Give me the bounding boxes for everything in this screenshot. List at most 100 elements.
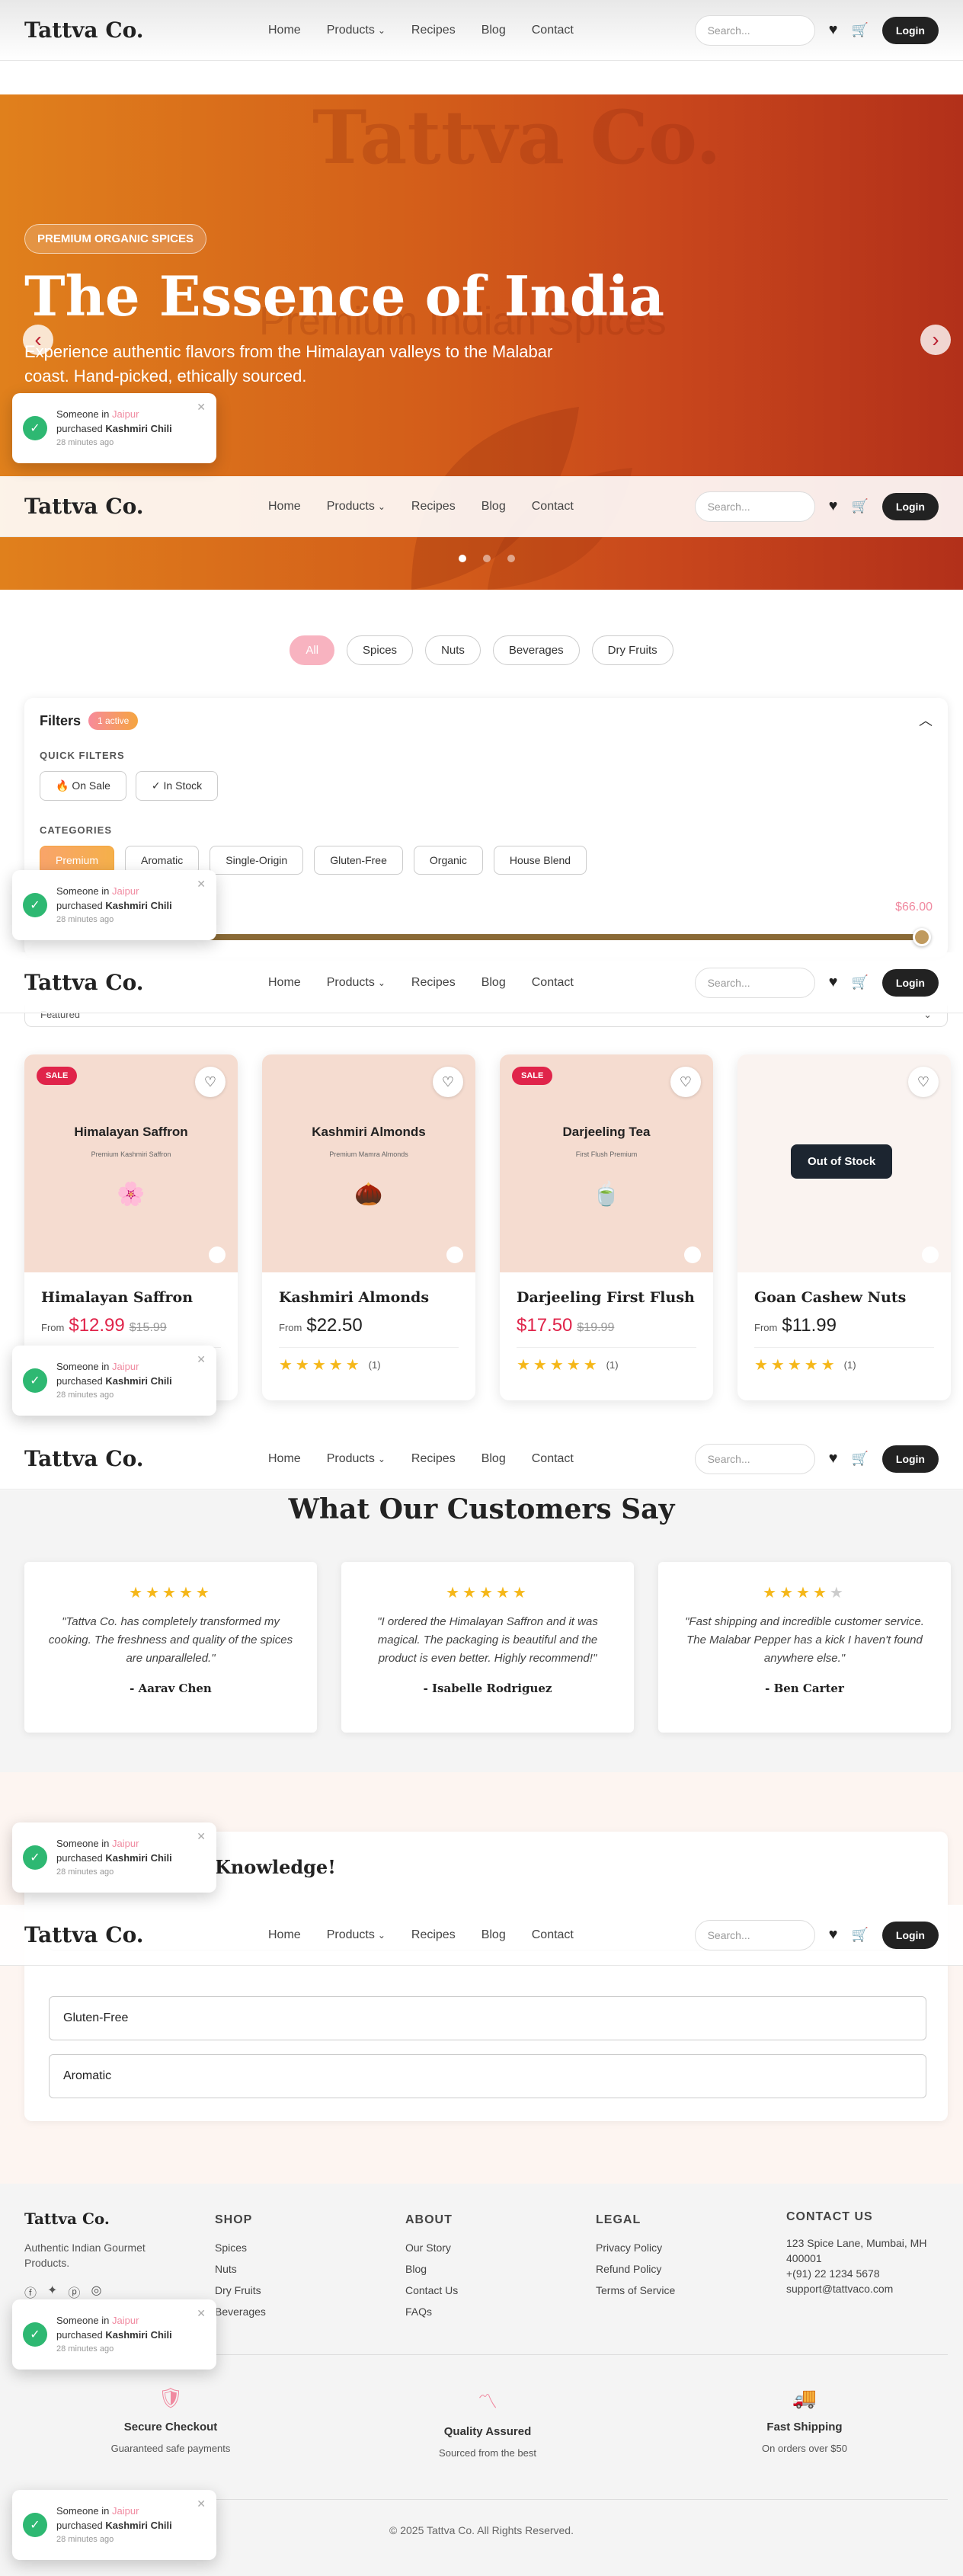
- purchase-notification-toast[interactable]: ✓ Someone in Jaipur purchased Kashmiri Chi…: [12, 2299, 216, 2370]
- search-input[interactable]: Search...: [694, 14, 815, 46]
- category-filter[interactable]: Single-Origin: [210, 846, 304, 875]
- nav-recipes[interactable]: Recipes: [411, 1452, 456, 1466]
- wishlist-heart-icon[interactable]: ♡: [195, 1067, 226, 1097]
- nav-contact[interactable]: Contact: [532, 1928, 574, 1942]
- product-name[interactable]: Kashmiri Almonds: [279, 1289, 459, 1306]
- footer-link[interactable]: Terms of Service: [596, 2280, 675, 2301]
- wishlist-heart-icon[interactable]: ♡: [670, 1067, 701, 1097]
- nav-products[interactable]: Products ⌄: [327, 1452, 386, 1466]
- footer-link[interactable]: Spices: [215, 2237, 266, 2258]
- login-button[interactable]: Login: [881, 968, 939, 997]
- login-button[interactable]: Login: [881, 16, 939, 44]
- image-dot[interactable]: [922, 1246, 939, 1263]
- product-name[interactable]: Goan Cashew Nuts: [754, 1289, 934, 1306]
- quick-filter[interactable]: 🔥 On Sale: [40, 771, 126, 801]
- login-button[interactable]: Login: [881, 1445, 939, 1473]
- close-icon[interactable]: ✕: [197, 1830, 206, 1843]
- cart-icon[interactable]: 🛒: [851, 1927, 868, 1943]
- category-filter[interactable]: Organic: [413, 846, 483, 875]
- twitter-icon[interactable]: ✦: [47, 2283, 57, 2301]
- nav-blog[interactable]: Blog: [481, 976, 506, 990]
- quiz-option[interactable]: Gluten-Free: [49, 1996, 926, 2040]
- heart-icon[interactable]: ♥: [829, 1926, 838, 1944]
- search-input[interactable]: Search...: [694, 1443, 815, 1474]
- hero-dot-3[interactable]: [507, 555, 515, 562]
- cart-icon[interactable]: 🛒: [851, 498, 868, 514]
- category-filter[interactable]: House Blend: [493, 846, 587, 875]
- cart-icon[interactable]: 🛒: [851, 22, 868, 38]
- search-input[interactable]: Search...: [694, 491, 815, 522]
- nav-blog[interactable]: Blog: [481, 1928, 506, 1942]
- nav-products[interactable]: Products ⌄: [327, 1928, 386, 1942]
- wishlist-heart-icon[interactable]: ♡: [908, 1067, 939, 1097]
- category-filter[interactable]: Gluten-Free: [314, 846, 403, 875]
- logo[interactable]: Tattva Co.: [24, 1446, 268, 1471]
- footer-link[interactable]: Dry Fruits: [215, 2280, 266, 2301]
- nav-home[interactable]: Home: [268, 1928, 301, 1942]
- footer-link[interactable]: Privacy Policy: [596, 2237, 675, 2258]
- product-name[interactable]: Himalayan Saffron: [41, 1289, 221, 1306]
- logo[interactable]: Tattva Co.: [24, 970, 268, 995]
- wishlist-heart-icon[interactable]: ♡: [433, 1067, 463, 1097]
- search-input[interactable]: Search...: [694, 1919, 815, 1950]
- footer-link[interactable]: Contact Us: [405, 2280, 458, 2301]
- logo[interactable]: Tattva Co.: [24, 1922, 268, 1947]
- purchase-notification-toast[interactable]: ✓ Someone in Jaipur purchased Kashmiri Chi…: [12, 393, 216, 463]
- nav-contact[interactable]: Contact: [532, 500, 574, 514]
- nav-products[interactable]: Products ⌄: [327, 976, 386, 990]
- heart-icon[interactable]: ♥: [829, 21, 838, 39]
- cart-icon[interactable]: 🛒: [851, 1451, 868, 1467]
- heart-icon[interactable]: ♥: [829, 498, 838, 515]
- nav-products[interactable]: Products ⌄: [327, 500, 386, 514]
- tab-beverages[interactable]: Beverages: [492, 635, 580, 665]
- search-input[interactable]: Search...: [694, 967, 815, 998]
- footer-link[interactable]: Beverages: [215, 2301, 266, 2322]
- instagram-icon[interactable]: ◎: [91, 2283, 101, 2301]
- nav-home[interactable]: Home: [268, 1452, 301, 1466]
- footer-link[interactable]: Refund Policy: [596, 2258, 675, 2280]
- purchase-notification-toast[interactable]: ✓ Someone in Jaipur purchased Kashmiri Chi…: [12, 1346, 216, 1416]
- close-icon[interactable]: ✕: [197, 1353, 206, 1366]
- footer-link[interactable]: FAQs: [405, 2301, 458, 2322]
- nav-contact[interactable]: Contact: [532, 24, 574, 37]
- logo[interactable]: Tattva Co.: [24, 494, 268, 519]
- hero-dot-2[interactable]: [483, 555, 491, 562]
- collapse-chevron-icon[interactable]: ︿: [919, 710, 933, 730]
- logo[interactable]: Tattva Co.: [24, 18, 268, 43]
- product-card[interactable]: ♡ Kashmiri Almonds Premium Mamra Almonds 🌰 K…: [262, 1054, 475, 1400]
- close-icon[interactable]: ✕: [197, 878, 206, 891]
- login-button[interactable]: Login: [881, 492, 939, 520]
- image-dot[interactable]: [446, 1246, 463, 1263]
- nav-contact[interactable]: Contact: [532, 1452, 574, 1466]
- footer-link[interactable]: Nuts: [215, 2258, 266, 2280]
- hero-dot-1[interactable]: [459, 555, 466, 562]
- image-dot[interactable]: [209, 1246, 226, 1263]
- quick-filter[interactable]: ✓ In Stock: [135, 771, 219, 801]
- login-button[interactable]: Login: [881, 1921, 939, 1949]
- nav-blog[interactable]: Blog: [481, 1452, 506, 1466]
- close-icon[interactable]: ✕: [197, 2498, 206, 2510]
- tab-all[interactable]: All: [290, 635, 335, 665]
- price-slider-handle[interactable]: [913, 928, 931, 946]
- tab-nuts[interactable]: Nuts: [425, 635, 481, 665]
- image-dot[interactable]: [684, 1246, 701, 1263]
- heart-icon[interactable]: ♥: [829, 1450, 838, 1467]
- quiz-option[interactable]: Aromatic: [49, 2054, 926, 2098]
- nav-recipes[interactable]: Recipes: [411, 24, 456, 37]
- nav-recipes[interactable]: Recipes: [411, 1928, 456, 1942]
- footer-link[interactable]: Our Story: [405, 2237, 458, 2258]
- nav-recipes[interactable]: Recipes: [411, 976, 456, 990]
- close-icon[interactable]: ✕: [197, 401, 206, 414]
- nav-home[interactable]: Home: [268, 24, 301, 37]
- cart-icon[interactable]: 🛒: [851, 974, 868, 990]
- heart-icon[interactable]: ♥: [829, 974, 838, 991]
- nav-blog[interactable]: Blog: [481, 500, 506, 514]
- pinterest-icon[interactable]: ⓟ: [68, 2283, 80, 2301]
- purchase-notification-toast[interactable]: ✓ Someone in Jaipur purchased Kashmiri Chi…: [12, 1822, 216, 1893]
- footer-link[interactable]: Blog: [405, 2258, 458, 2280]
- close-icon[interactable]: ✕: [197, 2307, 206, 2320]
- purchase-notification-toast[interactable]: ✓ Someone in Jaipur purchased Kashmiri Chi…: [12, 870, 216, 940]
- product-card[interactable]: SALE ♡ Darjeeling Tea First Flush Premium 🍵 D…: [500, 1054, 713, 1400]
- nav-home[interactable]: Home: [268, 500, 301, 514]
- purchase-notification-toast[interactable]: ✓ Someone in Jaipur purchased Kashmiri Chi…: [12, 2490, 216, 2560]
